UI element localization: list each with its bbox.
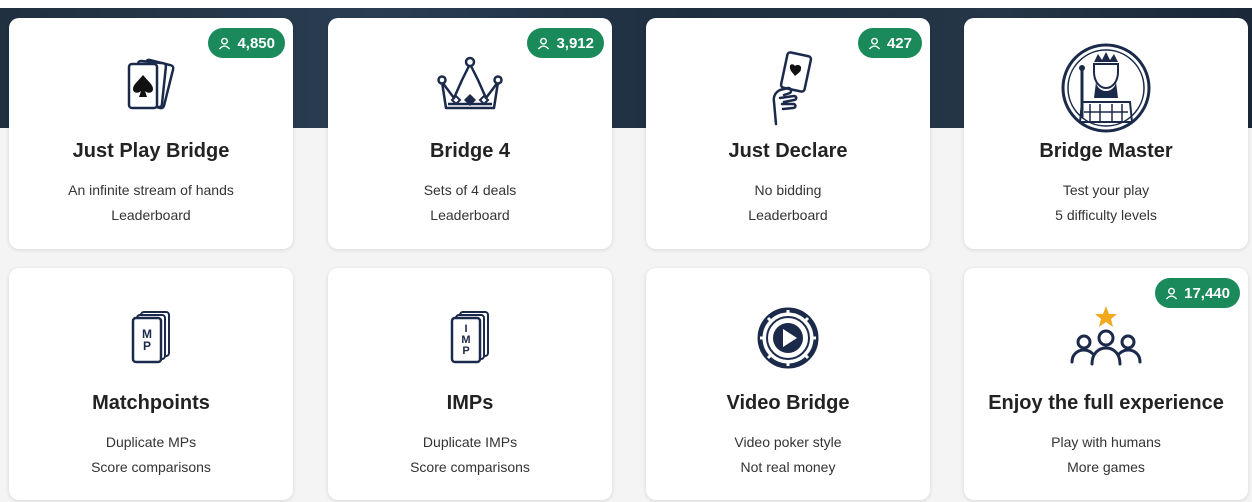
- video-chip-icon: [757, 307, 819, 369]
- game-card-imps[interactable]: I M P IMPs Duplicate IMPs Score comparis…: [328, 268, 612, 500]
- game-card-full-experience[interactable]: 17,440 Enjoy the full experience Play wi…: [964, 268, 1248, 500]
- card-title: Video Bridge: [726, 392, 850, 414]
- game-card-matchpoints[interactable]: M P Matchpoints Duplicate MPs Score comp…: [9, 268, 293, 500]
- king-portrait-icon: [1061, 43, 1151, 133]
- people-star-icon: [1070, 306, 1142, 366]
- card-desc-line2: Leaderboard: [430, 207, 510, 223]
- card-desc-line1: Duplicate IMPs: [422, 434, 518, 450]
- card-title: Just Play Bridge: [72, 140, 230, 162]
- card-desc-line2: Leaderboard: [111, 207, 191, 223]
- card-desc-line1: Sets of 4 deals: [423, 182, 517, 198]
- imp-cards-icon: I M P: [450, 311, 489, 364]
- card-title: Bridge 4: [429, 140, 511, 162]
- game-card-video-bridge[interactable]: Video Bridge Video poker style Not real …: [646, 268, 930, 500]
- card-desc-line2: Score comparisons: [91, 459, 211, 475]
- card-desc-line2: Not real money: [740, 459, 836, 475]
- icon-letter: P: [462, 345, 469, 357]
- game-card-bridge-master[interactable]: Bridge Master Test your play 5 difficult…: [964, 18, 1248, 249]
- card-title: Matchpoints: [92, 392, 210, 414]
- card-title: Just Declare: [728, 140, 848, 162]
- hand-card-icon: [772, 51, 813, 126]
- card-desc-line1: Test your play: [1062, 182, 1150, 198]
- card-desc-line2: 5 difficulty levels: [1055, 207, 1157, 223]
- card-desc-line1: Play with humans: [1051, 434, 1161, 450]
- card-title: Enjoy the full experience: [988, 392, 1224, 414]
- card-desc-line1: No bidding: [754, 182, 822, 198]
- crown-icon: [437, 56, 503, 110]
- card-desc-line1: Video poker style: [734, 434, 842, 450]
- card-desc-line2: More games: [1067, 459, 1145, 475]
- card-desc-line1: Duplicate MPs: [105, 434, 197, 450]
- top-strip: [0, 0, 1252, 8]
- icon-letter: P: [143, 339, 151, 353]
- cards-spade-icon: [127, 58, 175, 110]
- game-card-just-play-bridge[interactable]: 4,850 Just Play Bridge An infinite strea…: [9, 18, 293, 249]
- game-card-bridge-4[interactable]: 3,912 Bridge 4 Sets of 4 deals Leaderboa…: [328, 18, 612, 249]
- card-desc-line2: Score comparisons: [410, 459, 530, 475]
- card-title: Bridge Master: [1039, 140, 1173, 162]
- card-desc-line1: An infinite stream of hands: [68, 182, 234, 198]
- card-title: IMPs: [446, 392, 494, 414]
- game-card-just-declare[interactable]: 427 Just Declare No bidding Leaderboard: [646, 18, 930, 249]
- mp-cards-icon: M P: [131, 311, 170, 364]
- card-desc-line2: Leaderboard: [748, 207, 828, 223]
